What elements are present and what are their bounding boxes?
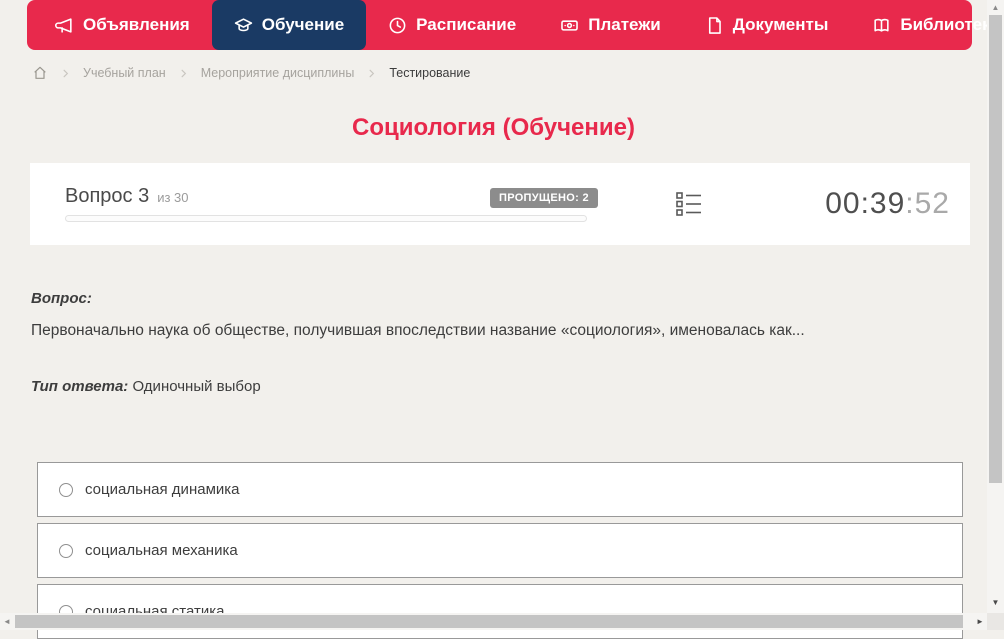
breadcrumb-item-testing: Тестирование [389, 66, 471, 80]
nav-item-learning[interactable]: Обучение [211, 0, 367, 50]
home-icon[interactable] [32, 65, 48, 81]
radio-button-icon[interactable] [59, 482, 73, 497]
vertical-scrollbar-thumb[interactable] [989, 15, 1002, 483]
nav-item-documents[interactable]: Документы [683, 0, 851, 50]
chevron-right-icon [366, 68, 377, 79]
answer-option-3[interactable]: социальная статика [37, 584, 963, 639]
nav-item-library[interactable]: Библиотека [850, 0, 1004, 50]
timer-seconds: :52 [905, 187, 950, 220]
nav-item-label: Объявления [83, 15, 190, 34]
banknote-icon [561, 19, 579, 31]
question-number: Вопрос 3 [65, 185, 150, 207]
book-icon [874, 18, 889, 32]
scroll-right-arrow-icon[interactable]: ► [976, 617, 984, 626]
scroll-left-arrow-icon[interactable]: ◄ [3, 617, 11, 626]
nav-item-label: Расписание [416, 15, 517, 34]
horizontal-scrollbar[interactable]: ◄ ► [0, 613, 987, 630]
skipped-badge: ПРОПУЩЕНО: 2 [490, 188, 598, 208]
answer-option-1[interactable]: социальная динамика [37, 462, 963, 517]
question-section: Вопрос: Первоначально наука об обществе,… [31, 290, 961, 342]
vertical-scrollbar[interactable]: ▲ ▼ [987, 0, 1004, 613]
question-list-icon [676, 192, 701, 216]
answer-option-label: социальная динамика [85, 481, 240, 498]
scroll-down-arrow-icon[interactable]: ▼ [987, 598, 1004, 607]
breadcrumb-item-discipline-event[interactable]: Мероприятие дисциплины [201, 66, 355, 80]
nav-item-label: Обучение [261, 15, 345, 34]
document-icon [708, 16, 721, 34]
horizontal-scrollbar-thumb[interactable] [15, 615, 963, 628]
chevron-right-icon [178, 68, 189, 79]
question-header-card: Вопрос 3 из 30 ПРОПУЩЕНО: 2 00:39:52 [30, 163, 970, 245]
quiz-page: Объявления Обучение Расписание Платежи Д… [0, 0, 1004, 639]
question-text: Первоначально наука об обществе, получив… [31, 322, 805, 339]
breadcrumb: Учебный план Мероприятие дисциплины Тест… [32, 63, 470, 83]
answer-type-value: Одиночный выбор [132, 378, 261, 395]
progress-bar [65, 215, 587, 222]
graduation-cap-icon [234, 17, 252, 31]
top-navigation: Объявления Обучение Расписание Платежи Д… [27, 0, 1000, 50]
answer-type-label: Тип ответа: [31, 378, 129, 395]
page-title: Социология (Обучение) [352, 114, 635, 141]
answer-option-2[interactable]: социальная механика [37, 523, 963, 578]
question-heading: Вопрос: [31, 290, 92, 307]
question-counter: Вопрос 3 из 30 [65, 185, 189, 208]
nav-item-announcements[interactable]: Объявления [33, 0, 212, 50]
timer: 00:39:52 [825, 187, 950, 221]
question-list-button[interactable] [675, 191, 705, 219]
scroll-up-arrow-icon[interactable]: ▲ [987, 3, 1004, 12]
clock-icon [389, 17, 406, 33]
nav-item-payments[interactable]: Платежи [538, 0, 683, 50]
megaphone-icon [55, 17, 72, 33]
chevron-right-icon [60, 68, 71, 79]
timer-minutes: 00:39 [825, 187, 906, 220]
nav-item-label: Документы [732, 15, 829, 34]
answer-type-row: Тип ответа: Одиночный выбор [31, 378, 261, 395]
answer-option-label: социальная механика [85, 542, 238, 559]
question-total: из 30 [157, 190, 189, 205]
nav-item-schedule[interactable]: Расписание [366, 0, 538, 50]
scrollbar-corner [987, 613, 1004, 630]
breadcrumb-item-curriculum[interactable]: Учебный план [83, 66, 166, 80]
nav-item-label: Платежи [588, 15, 661, 34]
radio-button-icon[interactable] [59, 543, 73, 558]
nav-item-label: Библиотека [900, 15, 1001, 34]
